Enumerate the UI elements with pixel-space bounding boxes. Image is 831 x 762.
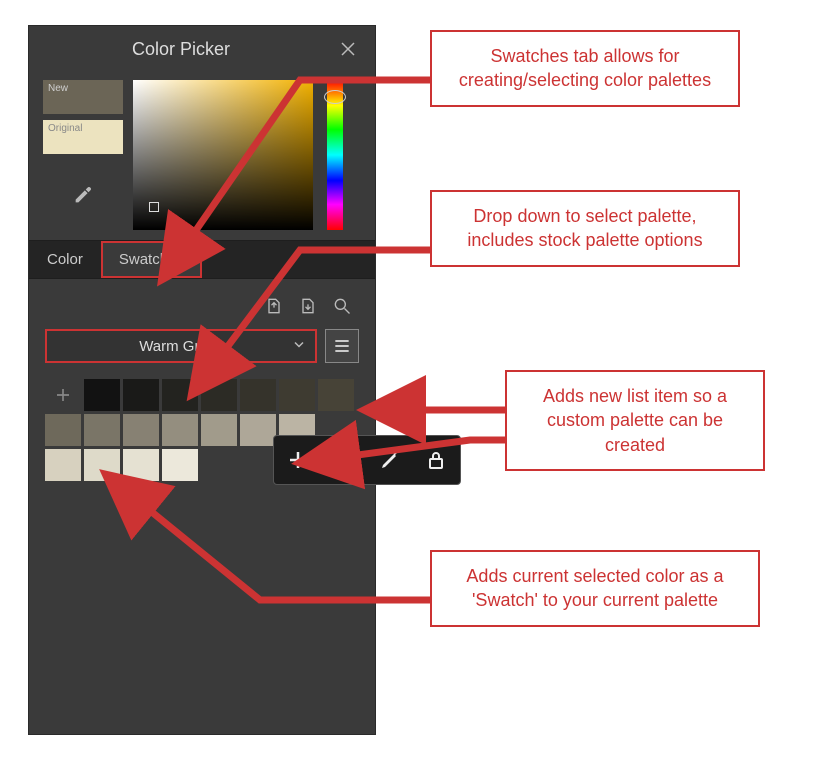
export-icon xyxy=(298,296,318,316)
palette-dropdown[interactable]: Warm Grays xyxy=(45,329,317,363)
swatch-edit-toolbar xyxy=(273,435,461,485)
swatch[interactable] xyxy=(123,379,159,411)
swatch[interactable] xyxy=(84,414,120,446)
add-swatch-button[interactable] xyxy=(45,379,81,411)
import-palette-button[interactable] xyxy=(263,295,285,317)
palette-list-button[interactable] xyxy=(325,329,359,363)
new-color-chip[interactable]: New xyxy=(43,80,123,114)
swatch[interactable] xyxy=(162,414,198,446)
swatch[interactable] xyxy=(45,414,81,446)
plus-icon xyxy=(54,386,72,404)
lock-icon xyxy=(424,448,448,472)
palette-dropdown-label: Warm Grays xyxy=(139,338,223,355)
duplicate-icon xyxy=(332,448,356,472)
callout-add-swatch: Adds current selected color as a 'Swatch… xyxy=(430,550,760,627)
lock-swatch-button[interactable] xyxy=(420,444,452,476)
pencil-icon xyxy=(378,448,402,472)
picker-area: New Original xyxy=(29,72,375,240)
close-button[interactable] xyxy=(333,34,363,64)
saturation-field[interactable] xyxy=(133,80,313,230)
swatch[interactable] xyxy=(240,414,276,446)
plus-icon xyxy=(286,448,310,472)
panel-header: Color Picker xyxy=(29,26,375,72)
list-icon xyxy=(332,336,352,356)
tab-bar: Color Swatches xyxy=(29,240,375,279)
import-icon xyxy=(264,296,284,316)
swatch-toolbar xyxy=(29,279,375,325)
new-original-column: New Original xyxy=(43,80,123,230)
original-color-chip[interactable]: Original xyxy=(43,120,123,154)
new-color-label: New xyxy=(48,83,68,94)
swatch-row xyxy=(45,379,359,411)
chevron-down-icon xyxy=(293,338,305,355)
swatch[interactable] xyxy=(279,379,315,411)
swatch[interactable] xyxy=(45,449,81,481)
swatch[interactable] xyxy=(201,414,237,446)
close-icon xyxy=(340,41,356,57)
duplicate-swatch-button[interactable] xyxy=(328,444,360,476)
hue-slider[interactable] xyxy=(327,80,343,230)
search-icon xyxy=(332,296,352,316)
palette-selector-row: Warm Grays xyxy=(29,325,375,371)
original-color-label: Original xyxy=(48,123,82,134)
swatch[interactable] xyxy=(201,379,237,411)
swatch[interactable] xyxy=(162,379,198,411)
add-swatch-toolbar-button[interactable] xyxy=(282,444,314,476)
tab-color[interactable]: Color xyxy=(29,241,101,278)
saturation-cursor[interactable] xyxy=(149,202,159,212)
swatch[interactable] xyxy=(123,449,159,481)
swatch[interactable] xyxy=(123,414,159,446)
panel-title: Color Picker xyxy=(29,39,333,60)
callout-add-list-item: Adds new list item so a custom palette c… xyxy=(505,370,765,471)
swatch[interactable] xyxy=(318,379,354,411)
hue-cursor[interactable] xyxy=(324,90,346,104)
swatch[interactable] xyxy=(84,449,120,481)
color-picker-panel: Color Picker New Original Color Swatches xyxy=(28,25,376,735)
swatch[interactable] xyxy=(162,449,198,481)
search-palette-button[interactable] xyxy=(331,295,353,317)
tab-swatches[interactable]: Swatches xyxy=(101,241,202,278)
eyedropper-button[interactable] xyxy=(43,178,123,212)
export-palette-button[interactable] xyxy=(297,295,319,317)
callout-swatches-tab: Swatches tab allows for creating/selecti… xyxy=(430,30,740,107)
callout-palette-dropdown: Drop down to select palette, includes st… xyxy=(430,190,740,267)
rename-swatch-button[interactable] xyxy=(374,444,406,476)
swatch[interactable] xyxy=(84,379,120,411)
eyedropper-icon xyxy=(72,184,94,206)
swatch[interactable] xyxy=(240,379,276,411)
